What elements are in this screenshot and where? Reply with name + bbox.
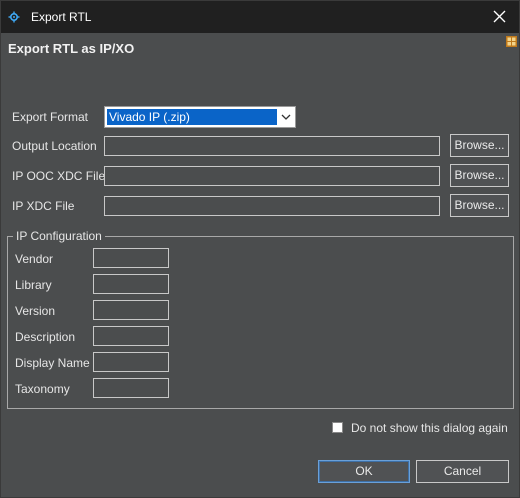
vendor-input[interactable] <box>93 248 169 268</box>
taxonomy-input[interactable] <box>93 378 169 398</box>
window-title: Export RTL <box>31 10 92 24</box>
ip-ooc-xdc-input[interactable] <box>104 166 440 186</box>
ok-button[interactable]: OK <box>318 460 410 483</box>
version-label: Version <box>15 304 56 318</box>
version-input[interactable] <box>93 300 169 320</box>
ip-xdc-browse-button[interactable]: Browse... <box>450 194 509 217</box>
dialog-heading: Export RTL as IP/XO <box>8 41 135 56</box>
ip-ooc-xdc-browse-button[interactable]: Browse... <box>450 164 509 187</box>
library-input[interactable] <box>93 274 169 294</box>
description-label: Description <box>15 330 76 344</box>
display-name-label: Display Name <box>15 356 90 370</box>
vivado-gear-icon <box>8 11 20 23</box>
close-icon[interactable] <box>491 6 509 26</box>
chevron-down-icon <box>281 114 291 120</box>
description-input[interactable] <box>93 326 169 346</box>
output-location-label: Output Location <box>12 139 97 153</box>
ip-xdc-input[interactable] <box>104 196 440 216</box>
export-format-value: Vivado IP (.zip) <box>107 109 277 125</box>
ip-xdc-label: IP XDC File <box>12 199 75 213</box>
export-rtl-dialog: Export RTL Export RTL as IP/XO Export Fo… <box>0 0 520 498</box>
export-format-label: Export Format <box>12 110 89 124</box>
ip-configuration-title: IP Configuration <box>13 229 105 243</box>
ip-configuration-group <box>7 236 514 409</box>
ip-ooc-xdc-label: IP OOC XDC File <box>12 169 106 183</box>
export-format-select[interactable]: Vivado IP (.zip) <box>104 106 296 128</box>
taxonomy-label: Taxonomy <box>15 382 70 396</box>
library-label: Library <box>15 278 52 292</box>
title-bar[interactable]: Export RTL <box>1 1 519 33</box>
grid-icon[interactable] <box>506 36 517 47</box>
dont-show-label[interactable]: Do not show this dialog again <box>351 421 508 435</box>
vendor-label: Vendor <box>15 252 54 266</box>
output-location-browse-button[interactable]: Browse... <box>450 134 509 157</box>
output-location-input[interactable] <box>104 136 440 156</box>
dont-show-checkbox[interactable] <box>332 422 343 433</box>
cancel-button[interactable]: Cancel <box>416 460 509 483</box>
display-name-input[interactable] <box>93 352 169 372</box>
